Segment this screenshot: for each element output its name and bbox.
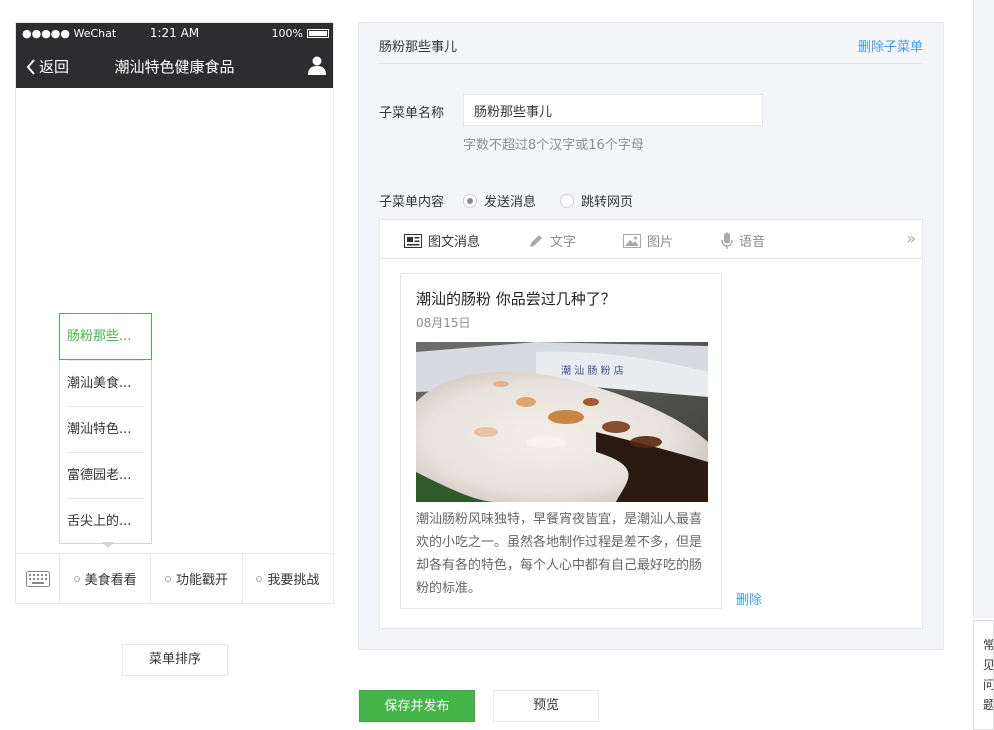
submenu-popup: 肠粉那些... 潮汕美食... 潮汕特色... 富德园老... 舌尖上的...	[59, 313, 152, 544]
editor-title: 肠粉那些事儿	[379, 40, 458, 55]
submenu-item[interactable]: 舌尖上的...	[67, 498, 144, 544]
battery-percent: 100%	[271, 27, 303, 40]
menu-item-functions[interactable]: 功能戳开	[151, 554, 243, 603]
radio-send-message[interactable]: 发送消息	[463, 191, 536, 210]
tab-image[interactable]: 图片	[623, 231, 673, 250]
delete-content-link[interactable]: 删除	[736, 589, 762, 608]
menu-sort-button[interactable]: 菜单排序	[122, 644, 228, 676]
news-card[interactable]: 潮汕的肠粉 你品尝过几种了？ 08月15日 潮 汕 肠 粉 店 潮汕肠粉风味独特…	[400, 273, 722, 609]
submenu-item[interactable]: 潮汕美食...	[67, 360, 144, 406]
status-bar: ●●●●● WeChat 1:21 AM 100%	[16, 23, 333, 45]
faq-tab[interactable]: 常见问题	[973, 620, 994, 730]
content-tabs: 图文消息 文字 图片 语音 »	[380, 220, 922, 259]
double-chevron-right-icon[interactable]: »	[906, 229, 916, 248]
content-label: 子菜单内容	[379, 195, 445, 210]
submenu-caret	[102, 542, 114, 548]
name-label: 子菜单名称	[379, 106, 445, 121]
radio-jump-page[interactable]: 跳转网页	[560, 191, 633, 210]
nav-bar: 返回 潮汕特色健康食品	[16, 45, 333, 88]
image-icon	[623, 233, 641, 248]
user-icon[interactable]	[307, 55, 327, 75]
submenu-item-active[interactable]: 肠粉那些...	[59, 313, 152, 360]
news-card-date: 08月15日	[416, 316, 471, 330]
news-card-description: 潮汕肠粉风味独特，早餐宵夜皆宜，是潮汕人最喜欢的小吃之一。虽然各地制作过程是差不…	[416, 512, 703, 596]
rice-noodle-roll-image: 潮 汕 肠 粉 店	[416, 342, 708, 502]
news-icon	[404, 233, 422, 248]
preview-button[interactable]: 预览	[493, 690, 599, 722]
microphone-icon	[721, 232, 733, 249]
save-publish-button[interactable]: 保存并发布	[359, 690, 475, 722]
news-card-title: 潮汕的肠粉 你品尝过几种了？	[416, 290, 616, 308]
tab-text[interactable]: 文字	[528, 231, 576, 250]
phone-preview: ●●●●● WeChat 1:21 AM 100% 返回 潮汕特色健康食品 肠粉…	[15, 22, 334, 604]
radio-checked-icon	[463, 193, 477, 208]
submenu-editor: 肠粉那些事儿 删除子菜单 子菜单名称 字数不超过8个汉字或16个字母 子菜单内容…	[358, 22, 944, 650]
menu-item-challenge[interactable]: 我要挑战	[243, 554, 333, 603]
submenu-item[interactable]: 潮汕特色...	[67, 406, 144, 452]
dot-icon	[73, 575, 80, 582]
message-content-box: 图文消息 文字 图片 语音 » 潮汕的肠粉 你品尝过几种了？ 08月15日 潮 …	[379, 219, 923, 629]
battery-icon	[307, 29, 329, 38]
name-hint: 字数不超过8个汉字或16个字母	[463, 138, 644, 153]
dot-icon	[256, 575, 263, 582]
pencil-icon	[530, 234, 542, 247]
submenu-name-input[interactable]	[463, 94, 763, 126]
tab-voice[interactable]: 语音	[721, 231, 765, 250]
divider	[379, 63, 923, 64]
menu-bar: 美食看看 功能戳开 我要挑战	[16, 553, 333, 603]
submenu-item[interactable]: 富德园老...	[67, 452, 144, 498]
account-title: 潮汕特色健康食品	[114, 58, 235, 76]
radio-unchecked-icon	[560, 193, 574, 208]
delete-submenu-link[interactable]: 删除子菜单	[858, 36, 923, 55]
dot-icon	[164, 575, 171, 582]
tab-news[interactable]: 图文消息	[404, 231, 480, 250]
menu-item-food[interactable]: 美食看看	[60, 554, 152, 603]
right-scroll-strip	[973, 0, 994, 618]
svg-text:潮 汕 肠 粉 店: 潮 汕 肠 粉 店	[561, 364, 624, 377]
keyboard-icon[interactable]	[16, 554, 60, 603]
